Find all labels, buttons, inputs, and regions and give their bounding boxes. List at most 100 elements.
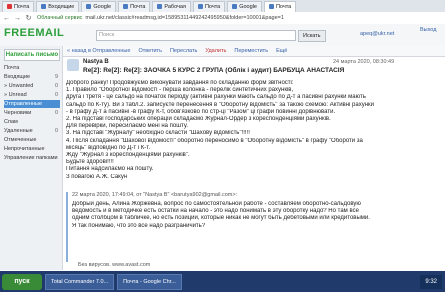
- start-button[interactable]: пуск: [2, 273, 42, 290]
- quote-body: Добрый день, Алина Жоржевна, вопрос по с…: [72, 201, 442, 230]
- sidebar-folder-item[interactable]: Управление папками: [4, 154, 60, 162]
- body-line: Питання надсилаємо на пошту.: [66, 166, 154, 173]
- taskbar-window-button[interactable]: Почта - Google Chr...: [117, 273, 182, 290]
- more-button[interactable]: Ещё: [276, 48, 287, 54]
- browser-tab[interactable]: Почта: [2, 0, 35, 12]
- browser-tab[interactable]: Почта: [118, 0, 151, 12]
- back-to-folder-link[interactable]: « назад в Отправленные: [67, 48, 130, 54]
- sidebar-folder-item[interactable]: Отмеченные: [4, 136, 60, 144]
- folder-label: Удаленные: [4, 128, 33, 134]
- avatar: [67, 59, 79, 71]
- browser-tab[interactable]: Входящие: [36, 0, 80, 12]
- tab-label: Google: [239, 3, 257, 10]
- body-line: - в графу Д-т а пасивні -в графу К-т, об…: [66, 108, 336, 115]
- sidebar-folder-item[interactable]: » Unread 0: [4, 91, 60, 99]
- sidebar-folder-item[interactable]: Непрочитанные: [4, 145, 60, 153]
- sidebar-folder-item[interactable]: Почта: [4, 64, 60, 72]
- reply-button[interactable]: Ответить: [138, 48, 162, 54]
- browser-tab[interactable]: Рабочая: [152, 0, 191, 12]
- account-name[interactable]: apeq@ukr.net: [360, 31, 394, 37]
- browser-tab[interactable]: Google: [81, 0, 117, 12]
- browser-tab[interactable]: Google: [227, 0, 262, 12]
- url-host: Облачный сервис: [37, 15, 83, 21]
- folder-label: Отмеченные: [4, 137, 37, 143]
- body-line: Жду "Журнал з кореспонденціями рахунків"…: [66, 152, 190, 159]
- tab-label: Рабочая: [164, 3, 186, 10]
- exit-link[interactable]: Выход: [420, 27, 436, 33]
- taskbar-window-button[interactable]: Total Commander 7.0...: [45, 273, 115, 290]
- browser-tab[interactable]: Почта: [263, 0, 297, 12]
- mail-header: FREEMAIL Поиск Искать apeq@ukr.net Выход: [0, 24, 445, 47]
- body-line: сальдо по К-ту). Ви з табл.2. записуєте …: [66, 101, 375, 108]
- quote-line: Добрый день, Алина Жоржевна, вопрос по с…: [72, 201, 361, 207]
- body-line: Доброго ранку! Продовжуємо виконувати за…: [66, 80, 294, 86]
- search-input[interactable]: Поиск: [96, 30, 296, 41]
- body-line: 3. На підставі "Журналу" необхідно склас…: [66, 130, 250, 137]
- tab-favicon-icon: [268, 4, 274, 9]
- quoted-message: 22 марта 2020, 17:49:04, от "Nastya B" <…: [66, 192, 442, 262]
- folder-label: Почта: [4, 65, 20, 71]
- folder-label: Спам: [4, 119, 18, 125]
- sidebar-folder-item[interactable]: Удаленные 0: [4, 127, 60, 135]
- message-header: Nastya B 24 марта 2020, 08:30:49 Re[2]: …: [63, 57, 445, 79]
- url-text: mail.ukr.net/classic#readmsg,id=15895311…: [85, 15, 284, 21]
- sidebar-folder-item[interactable]: Отправленные: [4, 100, 60, 108]
- forward-arrow-icon[interactable]: →: [13, 14, 22, 23]
- body-line: місяць" відповідно по Д-т і К-т.: [66, 144, 150, 151]
- message-body: Доброго ранку! Продовжуємо виконувати за…: [66, 80, 436, 181]
- taskbar-buttons: Total Commander 7.0... Почта - Google Chr…: [42, 273, 182, 290]
- browser-tab[interactable]: Почта: [192, 0, 226, 12]
- forward-button[interactable]: Переслать: [170, 48, 197, 54]
- move-button[interactable]: Переместить: [234, 48, 268, 54]
- tab-favicon-icon: [232, 4, 238, 9]
- folder-label: Черновики: [4, 110, 32, 116]
- windows-taskbar: пуск Total Commander 7.0... Почта - Googl…: [0, 271, 445, 292]
- body-line: друга і третя - це сальдо на початок пер…: [66, 94, 366, 101]
- quote-header: 22 марта 2020, 17:49:04, от "Nastya B" <…: [72, 192, 238, 198]
- tab-label: Почта: [204, 3, 221, 10]
- sender-name[interactable]: Nastya B: [83, 59, 109, 65]
- folder-count: 9: [54, 74, 58, 80]
- sidebar-folder-item[interactable]: Черновики 0: [4, 109, 60, 117]
- tab-favicon-icon: [157, 4, 163, 9]
- message-toolbar: « назад в Отправленные Ответить Переслат…: [63, 46, 445, 57]
- sidebar-folder-item[interactable]: Спам: [4, 118, 60, 126]
- folder-count: 0: [54, 128, 58, 134]
- folder-label: Управление папками: [4, 155, 58, 161]
- tab-favicon-icon: [7, 4, 12, 9]
- sidebar-folder-item[interactable]: » Unwanted 0: [4, 82, 60, 90]
- message-subject: Re[2]: Re[2]: Re[2]: ЗАОЧКА 5 КУРС 2 ГРУ…: [83, 67, 345, 74]
- sidebar-folder-item[interactable]: Входящие 9: [4, 73, 60, 81]
- tab-favicon-icon: [123, 4, 129, 9]
- folder-count: 0: [54, 110, 58, 116]
- body-line: Для перевірки, пересилаємо мені на пошту…: [66, 123, 188, 130]
- tab-label: Почта: [275, 3, 292, 10]
- delete-button[interactable]: Удалить: [205, 48, 226, 54]
- tab-label: Почта: [14, 3, 30, 10]
- folder-label: Входящие: [4, 74, 31, 80]
- body-line: Будьте здорові!!!!: [66, 159, 114, 166]
- tab-favicon-icon: [86, 4, 92, 9]
- url-field[interactable]: Облачный сервис mail.ukr.net/classic#rea…: [37, 14, 445, 23]
- search-button[interactable]: Искать: [298, 30, 326, 42]
- folder-count: 0: [54, 92, 58, 98]
- folder-sidebar: Написать письмо Почта Входящие 9 » Unwanted…: [0, 46, 63, 270]
- quote-line: одним столбцом в табличке, но есть позиц…: [72, 215, 370, 222]
- folder-label: » Unwanted: [4, 83, 34, 89]
- tab-label: Входящие: [48, 3, 75, 10]
- quote-line: Я так понимаю, что это все надо разграни…: [72, 222, 206, 229]
- freemail-logo[interactable]: FREEMAIL: [4, 27, 64, 39]
- folder-label: Отправленные: [4, 101, 43, 107]
- body-line: 4. Після складання "Шахової відомості" о…: [66, 137, 363, 144]
- folder-label: Непрочитанные: [4, 146, 45, 152]
- message-date: 24 марта 2020, 08:30:49: [333, 59, 395, 65]
- reload-icon[interactable]: ↻: [24, 14, 33, 23]
- tab-favicon-icon: [197, 4, 203, 9]
- body-line: З повагою А.Ж. Сакун: [66, 173, 128, 180]
- back-arrow-icon[interactable]: ←: [2, 14, 11, 23]
- compose-button[interactable]: Написать письмо: [4, 49, 60, 61]
- folder-label: » Unread: [4, 92, 27, 98]
- antivirus-footer[interactable]: Без вирусов. www.avast.com: [78, 262, 150, 268]
- body-line: 1. Правило "Оборотної відомості - перша …: [66, 87, 294, 94]
- tab-label: Google: [93, 3, 112, 10]
